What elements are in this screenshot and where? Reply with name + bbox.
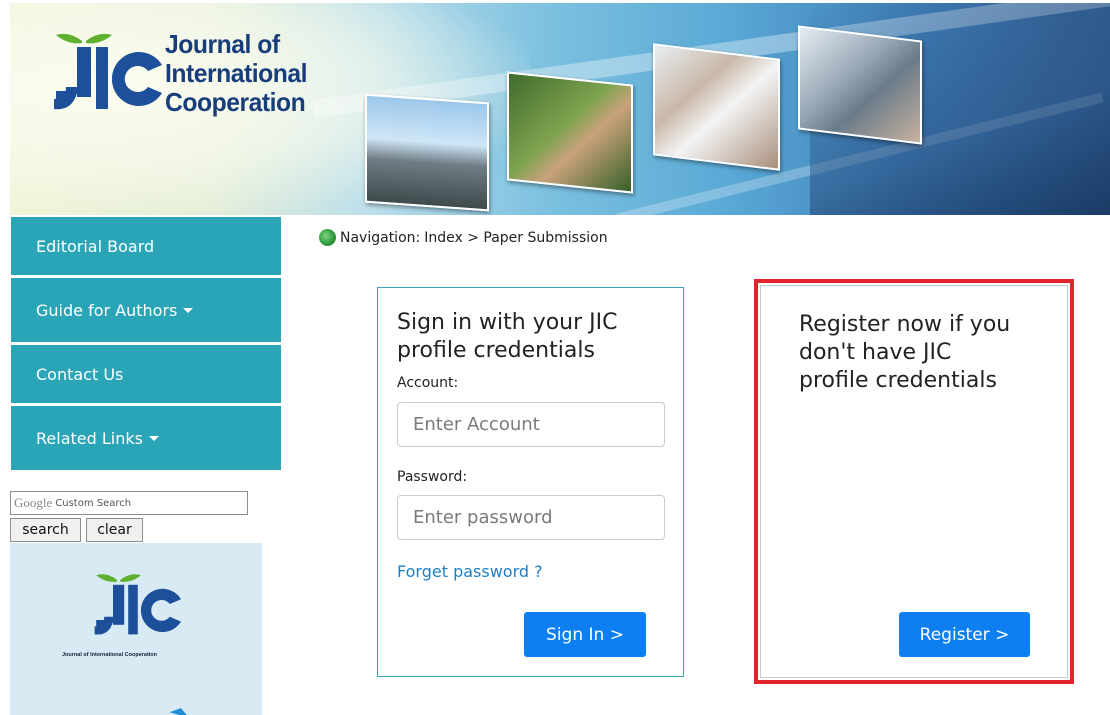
custom-search-input[interactable]: Google Custom Search: [10, 491, 248, 515]
sidebar-item-label: Contact Us: [36, 364, 124, 384]
banner-photo-industrial-plant: [365, 93, 489, 212]
jic-logo-small: [94, 574, 181, 635]
banner-photo-computer-users: [798, 25, 922, 145]
signin-panel: Sign in with your JIC profile credential…: [377, 287, 684, 677]
logo-caption: Journal of International Cooperation: [62, 652, 158, 658]
sidebar-item-contact-us[interactable]: Contact Us: [11, 345, 281, 403]
caret-down-icon: [148, 435, 159, 441]
google-brand-label: Google: [14, 495, 53, 510]
sidebar-item-label: Related Links: [36, 428, 143, 448]
journal-title: Journal of International Cooperation: [165, 29, 308, 117]
register-button[interactable]: Register >: [899, 612, 1030, 657]
sidebar-item-label: Editorial Board: [36, 236, 155, 256]
header-banner: Journal of International Cooperation: [10, 3, 1110, 215]
register-panel: Register now if you don't have JIC profi…: [760, 285, 1068, 678]
custom-search-placeholder: Custom Search: [55, 497, 132, 509]
breadcrumb-prefix: Navigation:: [340, 229, 421, 246]
arrow-icon: [169, 705, 191, 715]
search-button[interactable]: search: [10, 518, 81, 542]
register-title: Register now if you don't have JIC profi…: [799, 312, 1011, 393]
globe-icon: [319, 229, 336, 246]
sign-in-button[interactable]: Sign In >: [524, 612, 646, 657]
forget-password-link[interactable]: Forget password ?: [397, 562, 543, 581]
journal-logo-panel: Journal of International Cooperation: [10, 543, 262, 715]
breadcrumb: Navigation: Index > Paper Submission: [319, 229, 608, 246]
clear-button[interactable]: clear: [86, 518, 143, 542]
account-label: Account:: [397, 375, 459, 391]
signin-title: Sign in with your JIC profile credential…: [397, 310, 618, 363]
password-input[interactable]: [397, 495, 665, 540]
banner-photo-lab-team: [653, 43, 780, 171]
jic-logo[interactable]: [42, 31, 167, 121]
banner-photo-researchers-plants: [507, 71, 633, 194]
caret-down-icon: [183, 307, 194, 313]
sidebar-item-guide-for-authors[interactable]: Guide for Authors: [11, 278, 281, 342]
breadcrumb-path: Index > Paper Submission: [424, 229, 608, 246]
password-label: Password:: [397, 469, 468, 485]
sidebar-item-label: Guide for Authors: [36, 300, 178, 320]
account-input[interactable]: [397, 402, 665, 447]
sidebar-item-related-links[interactable]: Related Links: [11, 406, 281, 470]
sidebar-item-editorial-board[interactable]: Editorial Board: [11, 217, 281, 275]
